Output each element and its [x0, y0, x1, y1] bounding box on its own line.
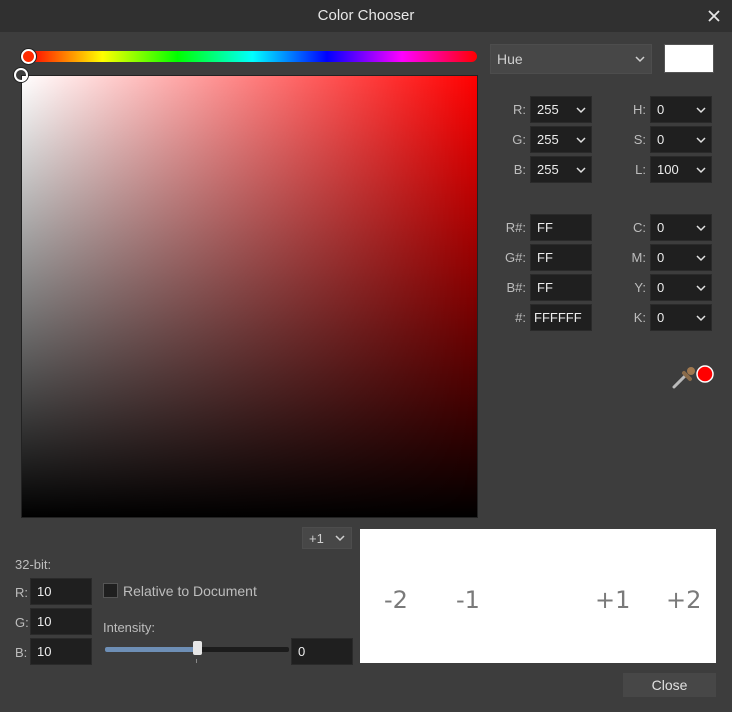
intensity-field[interactable]: 0: [291, 638, 353, 665]
g-hex-label: G#:: [505, 250, 526, 265]
y-spinner[interactable]: 0: [650, 274, 712, 301]
h-spinner[interactable]: 0: [650, 96, 712, 123]
variation-minus-1[interactable]: -1: [456, 586, 480, 614]
chevron-down-icon[interactable]: [696, 166, 706, 174]
variation-minus-2[interactable]: -2: [384, 586, 408, 614]
color-model-value: Hue: [497, 51, 523, 67]
bit32-r-value: 10: [37, 584, 52, 599]
relative-to-document-label: Relative to Document: [123, 583, 257, 599]
g-label: G:: [512, 132, 526, 147]
step-select[interactable]: +1: [302, 527, 352, 549]
r-hex-label: R#:: [505, 220, 526, 235]
bit32-r-field[interactable]: 10: [30, 578, 92, 605]
h-label: H:: [633, 102, 646, 117]
chevron-down-icon[interactable]: [696, 136, 706, 144]
bit32-b-label: B:: [15, 645, 28, 660]
intensity-label: Intensity:: [103, 620, 156, 635]
k-value: 0: [657, 310, 665, 325]
color-picker-tool[interactable]: [670, 362, 716, 390]
l-label: L:: [635, 162, 646, 177]
hue-slider-knob[interactable]: [21, 49, 36, 64]
close-icon[interactable]: [702, 4, 726, 28]
hex-value: FFFFFF: [534, 310, 582, 325]
intensity-slider-thumb[interactable]: [193, 641, 202, 655]
step-value: +1: [309, 530, 324, 546]
variation-plus-2[interactable]: +2: [666, 586, 701, 614]
l-value: 100: [657, 162, 679, 177]
chevron-down-icon[interactable]: [696, 254, 706, 262]
intensity-slider-fill: [105, 647, 197, 652]
b-spinner[interactable]: 255: [530, 156, 592, 183]
y-label: Y:: [634, 280, 646, 295]
window-title: Color Chooser: [317, 7, 415, 24]
k-spinner[interactable]: 0: [650, 304, 712, 331]
g-value: 255: [537, 132, 559, 147]
bit32-g-value: 10: [37, 614, 52, 629]
bit32-g-label: G:: [15, 615, 29, 630]
chevron-down-icon[interactable]: [696, 106, 706, 114]
picked-color-dot: [696, 365, 714, 383]
chevron-down-icon[interactable]: [576, 166, 586, 174]
m-spinner[interactable]: 0: [650, 244, 712, 271]
b-label: B:: [513, 162, 526, 177]
chevron-down-icon: [335, 535, 345, 542]
hue-slider[interactable]: [28, 51, 477, 62]
current-color-swatch: [664, 44, 714, 73]
intensity-value: 0: [298, 644, 306, 659]
variation-plus-1[interactable]: +1: [595, 586, 630, 614]
bit32-label: 32-bit:: [15, 557, 52, 572]
c-value: 0: [657, 220, 665, 235]
bit32-r-label: R:: [15, 585, 28, 600]
g-hex-value: FF: [537, 250, 553, 265]
hex-label: #:: [515, 310, 526, 325]
hex-field[interactable]: FFFFFF: [530, 304, 592, 331]
bit32-b-field[interactable]: 10: [30, 638, 92, 665]
color-model-select[interactable]: Hue: [490, 44, 652, 74]
c-label: C:: [633, 220, 646, 235]
chevron-down-icon: [635, 56, 645, 63]
h-value: 0: [657, 102, 665, 117]
eyedropper-icon[interactable]: [672, 367, 695, 389]
bit32-g-field[interactable]: 10: [30, 608, 92, 635]
r-value: 255: [537, 102, 559, 117]
close-button[interactable]: Close: [623, 673, 716, 697]
color-field[interactable]: [21, 75, 478, 518]
chevron-down-icon[interactable]: [576, 136, 586, 144]
chevron-down-icon[interactable]: [576, 106, 586, 114]
r-label: R:: [513, 102, 526, 117]
k-label: K:: [633, 310, 646, 325]
m-value: 0: [657, 250, 665, 265]
c-spinner[interactable]: 0: [650, 214, 712, 241]
r-hex-field[interactable]: FF: [530, 214, 592, 241]
r-hex-value: FF: [537, 220, 553, 235]
bit32-b-value: 10: [37, 644, 52, 659]
s-label: S:: [633, 132, 646, 147]
title-bar: Color Chooser: [0, 0, 732, 32]
intensity-slider-tick: [196, 659, 197, 663]
chevron-down-icon[interactable]: [696, 314, 706, 322]
r-spinner[interactable]: 255: [530, 96, 592, 123]
variation-preview: -2 -1 +1 +2: [360, 529, 716, 663]
b-hex-label: B#:: [506, 280, 526, 295]
b-hex-value: FF: [537, 280, 553, 295]
relative-to-document-checkbox[interactable]: [103, 583, 118, 598]
b-hex-field[interactable]: FF: [530, 274, 592, 301]
s-spinner[interactable]: 0: [650, 126, 712, 153]
b-value: 255: [537, 162, 559, 177]
color-field-knob[interactable]: [14, 68, 28, 82]
m-label: M:: [631, 250, 646, 265]
g-hex-field[interactable]: FF: [530, 244, 592, 271]
g-spinner[interactable]: 255: [530, 126, 592, 153]
chevron-down-icon[interactable]: [696, 224, 706, 232]
y-value: 0: [657, 280, 665, 295]
l-spinner[interactable]: 100: [650, 156, 712, 183]
chevron-down-icon[interactable]: [696, 284, 706, 292]
s-value: 0: [657, 132, 665, 147]
